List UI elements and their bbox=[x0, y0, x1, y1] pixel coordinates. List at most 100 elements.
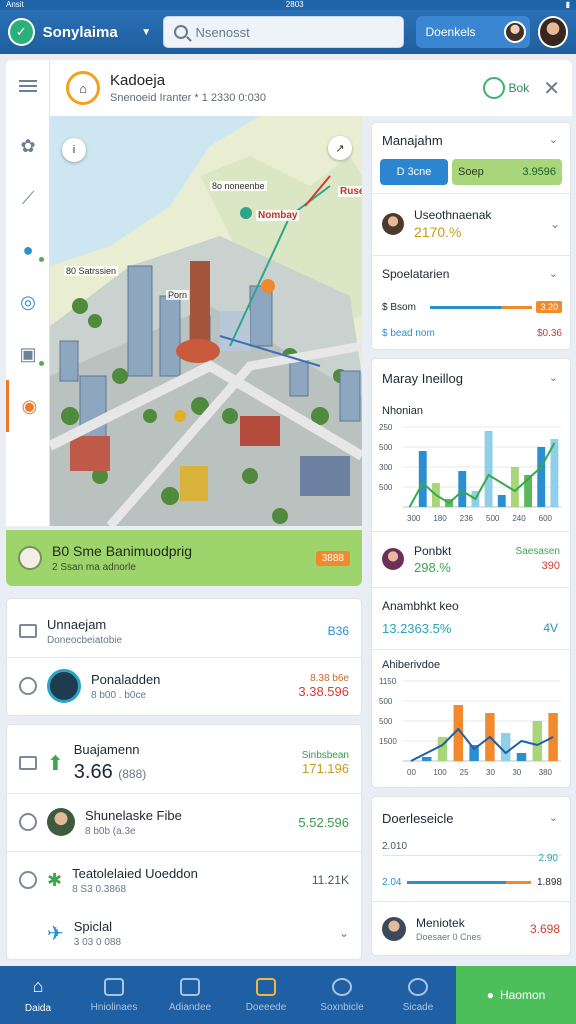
x-tick-label: 30 bbox=[486, 768, 495, 777]
list-item[interactable]: ⬆ Buajamenn 3.66 (888) Sinbsbean 171.196 bbox=[7, 733, 361, 793]
radio-icon[interactable] bbox=[19, 871, 37, 889]
bar-chart: 500 300 500 250 300 180 236 500 240 600 bbox=[379, 423, 561, 523]
battery-icon: ▮ bbox=[565, 0, 570, 9]
map-label: Ruse bbox=[338, 186, 362, 197]
list-item-title: Spiclal bbox=[73, 918, 113, 934]
x-tick-label: 240 bbox=[512, 514, 526, 523]
chip-button[interactable]: D 3cne bbox=[380, 159, 448, 185]
list-item-value: 3.38.596 bbox=[298, 684, 349, 699]
slider[interactable]: $ Bsom 3.20 bbox=[382, 299, 562, 315]
search-input[interactable]: Nsenosst bbox=[162, 16, 404, 48]
book-button[interactable]: Bok bbox=[482, 77, 529, 99]
chevron-down-icon[interactable]: ⌄ bbox=[339, 926, 349, 940]
radio-icon[interactable] bbox=[19, 677, 37, 695]
app-logo[interactable]: ✓ bbox=[8, 18, 35, 46]
refresh-icon[interactable]: ◎ bbox=[6, 276, 50, 328]
route-banner[interactable]: B0 Sme Banimuodprig 2 Ssan ma adnorle 38… bbox=[6, 530, 362, 586]
nav-item-files[interactable]: Hniolinaes bbox=[76, 966, 152, 1024]
map-compass-button[interactable]: ↗ bbox=[328, 136, 352, 160]
list-item-title: Teatolelaied Uoeddon bbox=[72, 865, 198, 881]
card-icon[interactable]: ▣ bbox=[6, 328, 50, 380]
y-tick-label: 300 bbox=[379, 463, 393, 472]
app-name[interactable]: Sonylaima bbox=[43, 24, 134, 41]
x-tick-label: 25 bbox=[460, 768, 469, 777]
ruler-icon[interactable]: ⟋ bbox=[6, 172, 50, 224]
chevron-down-icon[interactable]: ⌄ bbox=[549, 371, 558, 384]
nav-item-social[interactable]: Sicade bbox=[380, 966, 456, 1024]
list-item-meta: 8.38 b6e bbox=[310, 673, 349, 684]
bar-chart: 1500 500 500 1150 00 100 25 30 30 380 bbox=[379, 677, 561, 777]
list-item[interactable]: Useothnaenak 2170.% ⌄ bbox=[372, 199, 570, 249]
calendar-icon bbox=[19, 756, 37, 770]
radio-icon[interactable] bbox=[19, 813, 37, 831]
status-badge: 3888 bbox=[315, 550, 350, 566]
chevron-down-icon[interactable]: ⌄ bbox=[550, 217, 560, 231]
slider[interactable]: 2.04 1.898 bbox=[382, 875, 562, 889]
avatar bbox=[382, 548, 404, 570]
range-row: 2.010 bbox=[382, 841, 562, 852]
chip-label: Soep bbox=[458, 166, 484, 178]
list-item[interactable]: Ponaladden 8 b00 . b0ce 8.38 b6e 3.38.59… bbox=[7, 663, 361, 709]
menu-icon[interactable] bbox=[6, 60, 50, 112]
growth-icon: ⬆ bbox=[47, 752, 64, 775]
map-header-actions: Bok ✕ bbox=[362, 60, 572, 116]
list-item[interactable]: Ponbkt 298.% Saesasen 390 bbox=[372, 537, 570, 581]
slider-max: 1.898 bbox=[536, 876, 562, 888]
list-item-title: Meniotek bbox=[416, 916, 465, 930]
x-tick-label: 600 bbox=[539, 514, 553, 523]
slider-track[interactable] bbox=[430, 305, 533, 309]
list-item-title: Ponbkt bbox=[414, 543, 452, 558]
list-item-title: Buajamenn bbox=[73, 742, 140, 757]
primary-action-button[interactable]: ● Haomon bbox=[456, 966, 576, 1024]
user-avatar[interactable] bbox=[537, 16, 569, 48]
list-item[interactable]: ✈ Spiclal 3 03 0 088 ⌄ bbox=[7, 911, 361, 955]
analytics-panel: Maray Ineillog ⌄ Nhonian 500 300 500 250 300… bbox=[371, 358, 571, 788]
plane-icon: ✈ bbox=[47, 922, 64, 945]
list-item[interactable]: Shunelaske Fibe 8 b0b (a.3e 5.52.596 bbox=[7, 797, 361, 847]
nav-label: Sicade bbox=[402, 1001, 434, 1013]
x-tick-label: 30 bbox=[512, 768, 521, 777]
chevron-down-icon[interactable]: ⌄ bbox=[549, 811, 558, 824]
nav-item-home[interactable]: ⌂ Daida bbox=[0, 966, 76, 1024]
chevron-down-icon[interactable]: ▼ bbox=[141, 27, 154, 38]
slider-track[interactable] bbox=[407, 880, 531, 884]
flower-icon[interactable]: ✿ bbox=[6, 120, 50, 172]
slider[interactable]: $ bead nom $0.36 bbox=[382, 325, 562, 341]
location-icon: ⌂ bbox=[66, 71, 100, 105]
chevron-down-icon[interactable]: ⌄ bbox=[549, 133, 558, 146]
x-tick-label: 180 bbox=[433, 514, 447, 523]
list-item-value: 298.% bbox=[414, 559, 451, 575]
panel-title: Doerleseicle bbox=[382, 811, 454, 826]
avatar bbox=[382, 917, 406, 941]
list-item[interactable]: Meniotek Doesaer 0 Cnes 3.698 bbox=[372, 907, 570, 951]
top-action-button[interactable]: Doenkels bbox=[415, 16, 530, 48]
chevron-down-icon[interactable]: ⌄ bbox=[549, 267, 558, 280]
nav-item-docs[interactable]: Doeeede bbox=[228, 966, 304, 1024]
list-item[interactable]: ✱ Teatolelaied Uoeddon 8 S3 0.3868 11.21… bbox=[7, 855, 361, 905]
nav-item-schedule[interactable]: Soxnbicle bbox=[304, 966, 380, 1024]
summary-header[interactable]: Unnaejam Doneocbeiatobie B36 bbox=[7, 611, 361, 651]
slider-min: 2.04 bbox=[382, 876, 402, 888]
list-item-subtitle: Doesaer 0 Cnes bbox=[416, 932, 482, 942]
nav-item-alerts[interactable]: Adiandee bbox=[152, 966, 228, 1024]
map-info-button[interactable]: i bbox=[62, 138, 86, 162]
summary-subtitle: Doneocbeiatobie bbox=[47, 634, 123, 646]
stat-trend[interactable]: 4V bbox=[543, 621, 558, 635]
nav-label: Hniolinaes bbox=[90, 1001, 138, 1013]
city-map[interactable]: i ↗ Nombay Ruse 8o noneenbe 80 Satrssien… bbox=[50, 116, 362, 526]
note-icon bbox=[256, 977, 276, 996]
map-illustration bbox=[50, 116, 362, 526]
bar bbox=[458, 471, 467, 507]
close-icon[interactable]: ✕ bbox=[543, 76, 560, 101]
chat-icon[interactable]: ● bbox=[6, 224, 50, 276]
list-item-value: 5.52.596 bbox=[298, 814, 349, 830]
list-item-big-value: 3.66 bbox=[73, 761, 113, 783]
list-item-title: Ponaladden bbox=[91, 671, 161, 687]
chip-button[interactable]: Soep 3.9596 bbox=[452, 159, 562, 185]
document-icon bbox=[19, 624, 37, 638]
chart-title: Nhonian bbox=[382, 405, 423, 417]
x-tick-label: 300 bbox=[407, 514, 421, 523]
alarm-icon[interactable]: ◉ bbox=[6, 380, 50, 432]
briefcase-icon bbox=[104, 977, 124, 996]
map-label: Nombay bbox=[256, 210, 300, 221]
